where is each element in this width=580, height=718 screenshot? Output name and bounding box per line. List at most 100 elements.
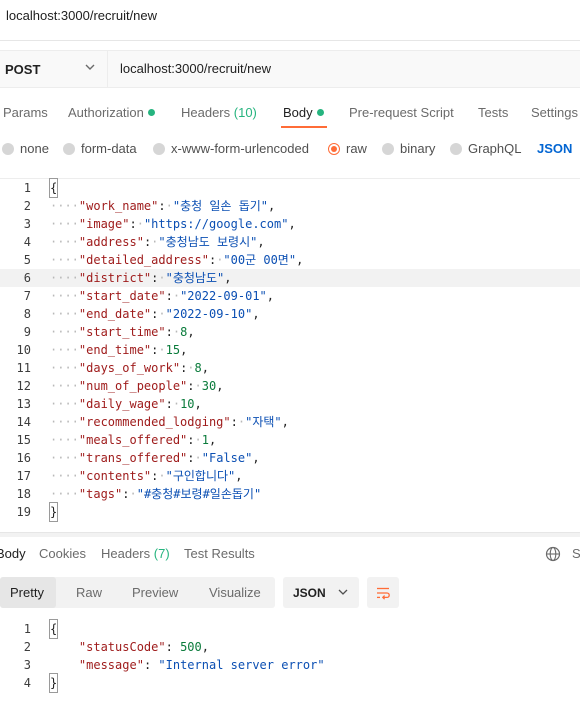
space: · (187, 361, 195, 375)
line-number: 19 (16, 505, 31, 519)
radio-binary[interactable]: binary (382, 141, 435, 156)
indent: ···· (50, 217, 79, 231)
comma: , (201, 361, 209, 375)
radio-label: x-www-form-urlencoded (171, 141, 309, 156)
code-content: ····"start_date":·"2022-09-01", (50, 287, 274, 305)
indent: ···· (50, 469, 79, 483)
code-content: ····"meals_offered":·1, (50, 431, 216, 449)
chevron-down-icon (338, 589, 348, 595)
tab-tests[interactable]: Tests (478, 105, 508, 120)
colon: : (165, 397, 173, 411)
view-preview[interactable]: Preview (132, 585, 178, 600)
code-content: ····"end_time":·15, (50, 341, 187, 359)
tab-label: Body (283, 105, 313, 120)
space: · (158, 271, 166, 285)
code-line: 2 ····"work_name":·"충청 일손 돕기", (0, 197, 580, 215)
line-number: 9 (23, 325, 31, 339)
open-brace: { (48, 619, 59, 639)
radio-none[interactable]: none (2, 141, 49, 156)
code-line: 5 ····"detailed_address":·"00군 00면", (0, 251, 580, 269)
radio-form-data[interactable]: form-data (63, 141, 137, 156)
tab-test-results[interactable]: Test Results (184, 546, 255, 561)
colon: : (230, 415, 238, 429)
json-value: 30 (201, 379, 217, 393)
line-number: 15 (16, 433, 31, 447)
json-value: 15 (165, 343, 181, 357)
json-key: "start_time" (78, 325, 166, 339)
indent: ···· (50, 307, 79, 321)
colon: : (165, 289, 173, 303)
colon: : (165, 325, 173, 339)
comma: , (201, 640, 209, 654)
request-bar: POST localhost:3000/recruit/new (0, 50, 580, 88)
radio-raw[interactable]: raw (328, 141, 367, 156)
method-label: POST (5, 61, 41, 77)
tab-response-cookies[interactable]: Cookies (39, 546, 86, 561)
radio-x-www-form-urlencoded[interactable]: x-www-form-urlencoded (153, 141, 309, 156)
indent: ···· (50, 289, 79, 303)
code-line: 14 ····"recommended_lodging":·"자택", (0, 413, 580, 431)
comma: , (235, 469, 243, 483)
line-number: 8 (23, 307, 31, 321)
tab-authorization[interactable]: Authorization (68, 105, 155, 120)
method-select[interactable]: POST (0, 51, 108, 87)
wrap-lines-button[interactable] (367, 577, 399, 608)
globe-icon[interactable] (545, 546, 561, 562)
radio-circle (2, 142, 14, 155)
tab-label: Params (3, 105, 48, 120)
code-line: 13 ····"daily_wage":·10, (0, 395, 580, 413)
json-key: "end_time" (78, 343, 152, 357)
line-number: 4 (23, 235, 31, 249)
active-tab-indicator (281, 126, 327, 128)
tab-label: Pre-request Script (349, 105, 454, 120)
request-body-editor[interactable]: 1{2 ····"work_name":·"충청 일손 돕기", 3 ····"ima… (0, 178, 580, 524)
pane-divider[interactable] (0, 532, 580, 537)
tab-count: (10) (233, 105, 257, 120)
json-key: "image" (78, 217, 130, 231)
json-key: "message" (78, 658, 144, 672)
tab-response-headers[interactable]: Headers (7) (101, 546, 170, 561)
line-number: 14 (16, 415, 31, 429)
tab-params[interactable]: Params (3, 105, 48, 120)
json-key: "start_date" (78, 289, 166, 303)
comma: , (216, 379, 224, 393)
tab-response-body[interactable]: Body (0, 546, 26, 561)
view-pretty[interactable]: Pretty (10, 585, 44, 600)
code-line: 3 ····"image":·"https://google.com", (0, 215, 580, 233)
chevron-down-icon (85, 64, 95, 70)
code-line: 8 ····"end_date":·"2022-09-10", (0, 305, 580, 323)
tab-pre-request-script[interactable]: Pre-request Script (349, 105, 454, 120)
colon: : (158, 199, 166, 213)
line-number: 11 (16, 361, 31, 375)
tab-body[interactable]: Body (283, 105, 324, 120)
code-line: 6 ····"district":·"충청남도", (0, 269, 580, 287)
close-brace: } (48, 673, 59, 693)
code-content: ····"contents":·"구인합니다", (50, 467, 243, 485)
indent: ···· (50, 235, 79, 249)
tab-settings[interactable]: Settings (531, 105, 578, 120)
url-input[interactable]: localhost:3000/recruit/new (120, 61, 271, 76)
space: · (158, 307, 166, 321)
space: · (129, 487, 137, 501)
view-raw[interactable]: Raw (76, 585, 102, 600)
code-line: 17 ····"contents":·"구인합니다", (0, 467, 580, 485)
response-format-select[interactable]: JSON (283, 577, 359, 608)
view-visualize[interactable]: Visualize (209, 585, 261, 600)
json-key: "meals_offered" (78, 433, 188, 447)
space: · (194, 451, 202, 465)
json-key: "recommended_lodging" (78, 415, 231, 429)
space: · (165, 199, 173, 213)
comma: , (266, 289, 275, 303)
radio-circle (63, 142, 75, 155)
tab-headers[interactable]: Headers (10) (181, 105, 257, 120)
code-content: ····"detailed_address":·"00군 00면", (50, 251, 303, 269)
wrap-lines-icon (377, 587, 390, 600)
radio-graphql[interactable]: GraphQL (450, 141, 521, 156)
tab-count: (7) (153, 546, 170, 561)
line-number: 1 (23, 181, 31, 195)
close-brace: } (48, 502, 59, 522)
raw-format-select[interactable]: JSON (537, 141, 572, 156)
status-dot (316, 109, 324, 116)
code-line: 9 ····"start_time":·8, (0, 323, 580, 341)
code-content: ····"num_of_people":·30, (50, 377, 223, 395)
